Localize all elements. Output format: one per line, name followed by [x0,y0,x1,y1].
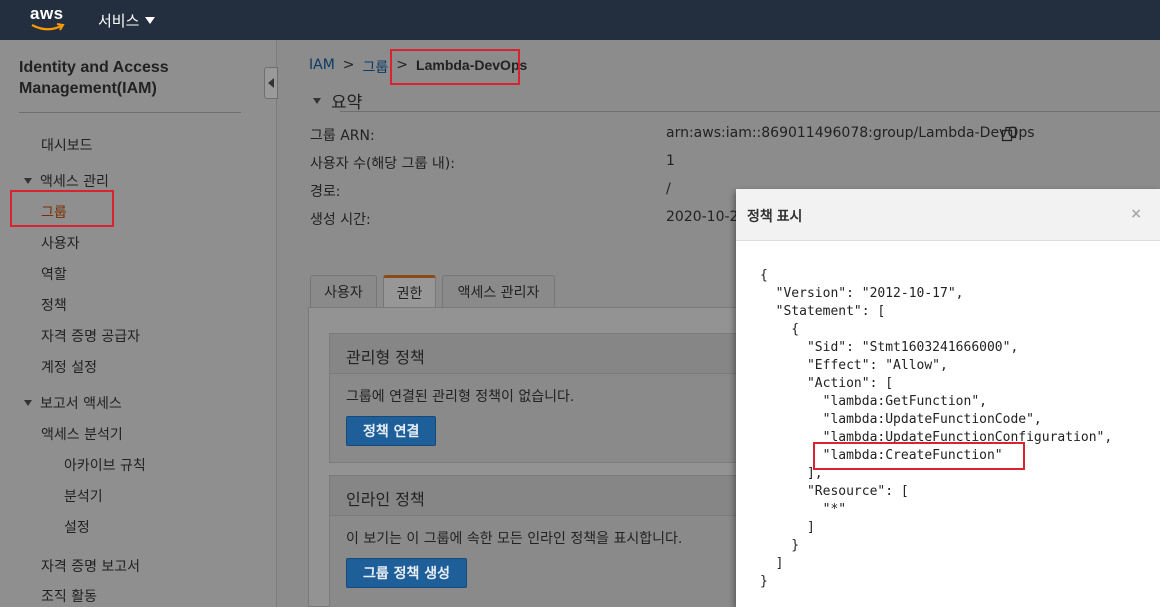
policy-json-line: "Resource": [ [760,484,909,499]
policy-json-line: "lambda:GetFunction", [760,394,987,409]
expand-icon [24,178,32,184]
summary-heading: 요약 [331,93,363,113]
aws-logo-text: aws [30,4,64,23]
services-menu-button[interactable]: 서비스 [98,10,156,31]
path-value: / [666,181,671,197]
group-arn-value: arn:aws:iam::869011496078:group/Lambda-D… [666,125,1035,141]
sidebar-item-dashboard[interactable]: 대시보드 [41,135,93,155]
copy-icon[interactable] [1001,126,1017,142]
tab-permissions[interactable]: 권한 [383,275,436,307]
policy-json-line: ] [760,556,784,571]
creation-time-label: 생성 시간: [310,212,371,228]
sidebar-section-label: 액세스 관리 [40,174,109,190]
sidebar-section-access-management[interactable]: 액세스 관리 [24,171,109,191]
sidebar-item-organization-activity[interactable]: 조직 활동 [41,586,97,606]
expand-icon [313,97,321,104]
highlight-box-group-name [390,49,520,85]
sidebar-item-roles[interactable]: 역할 [41,264,67,284]
attach-policy-button[interactable]: 정책 연결 [346,416,437,446]
sidebar-item-access-analyzer[interactable]: 액세스 분석기 [41,424,123,444]
breadcrumb-separator: > [342,57,355,73]
close-icon[interactable]: × [1130,206,1142,222]
sidebar-title: Identity and Access Management(IAM) [19,57,169,99]
tab-access-advisor[interactable]: 액세스 관리자 [442,275,555,307]
path-label: 경로: [310,184,341,200]
sidebar-item-analyzers[interactable]: 분석기 [64,486,103,506]
sidebar-title-line2: Management(IAM) [19,80,157,97]
policy-json-line: } [760,538,800,553]
create-group-policy-button[interactable]: 그룹 정책 생성 [346,558,468,588]
policy-json-line: "Action": [ [760,376,894,391]
summary-section-toggle[interactable]: 요약 [313,88,362,113]
sidebar-collapse-button[interactable] [264,67,278,99]
chevron-down-icon [145,17,156,24]
policy-json-line: "Statement": [ [760,304,886,319]
sidebar-section-label: 보고서 액세스 [40,396,122,412]
policy-json-line: { [760,322,800,337]
policy-json-line: { [760,268,768,283]
sidebar-item-settings[interactable]: 설정 [64,517,90,537]
policy-json: { "Version": "2012-10-17", "Statement": … [760,267,1112,591]
highlight-box-groups [10,190,114,227]
policy-json-line: "Version": "2012-10-17", [760,286,964,301]
group-arn-label: 그룹 ARN: [310,128,375,144]
sidebar-item-identity-providers[interactable]: 자격 증명 공급자 [41,326,140,346]
aws-smile-icon [31,23,65,31]
sidebar-title-line1: Identity and Access [19,59,169,76]
user-count-label: 사용자 수(해당 그룹 내): [310,156,455,172]
policy-json-line: "*" [760,502,847,517]
sidebar-section-reports-access[interactable]: 보고서 액세스 [24,393,122,413]
policy-json-line: "Effect": "Allow", [760,358,948,373]
policy-json-line: ] [760,520,815,535]
sidebar: Identity and Access Management(IAM) 대시보드… [0,40,277,607]
breadcrumb-groups-link[interactable]: 그룹 [363,57,389,77]
user-count-value: 1 [666,153,675,169]
breadcrumb-iam-link[interactable]: IAM [309,57,335,77]
show-policy-modal: 정책 표시 × { "Version": "2012-10-17", "Stat… [736,189,1160,607]
collapse-left-icon [268,78,274,88]
sidebar-item-archive-rules[interactable]: 아카이브 규칙 [64,455,146,475]
tab-users[interactable]: 사용자 [310,275,377,307]
top-navigation-bar: aws 서비스 [0,0,1160,40]
sidebar-item-account-settings[interactable]: 계정 설정 [41,357,97,377]
services-label: 서비스 [98,12,140,30]
sidebar-item-users[interactable]: 사용자 [41,233,80,253]
sidebar-item-policies[interactable]: 정책 [41,295,67,315]
sidebar-item-credential-report[interactable]: 자격 증명 보고서 [41,556,140,576]
expand-icon [24,400,32,406]
sidebar-divider [19,112,241,113]
policy-json-line: "Sid": "Stmt1603241666000", [760,340,1019,355]
aws-logo[interactable]: aws [30,4,66,34]
policy-json-line: "lambda:UpdateFunctionCode", [760,412,1042,427]
modal-title: 정책 표시 [736,189,1160,241]
summary-divider [340,111,1160,112]
policy-json-line: } [760,574,768,589]
highlight-box-create-function [813,442,1025,470]
